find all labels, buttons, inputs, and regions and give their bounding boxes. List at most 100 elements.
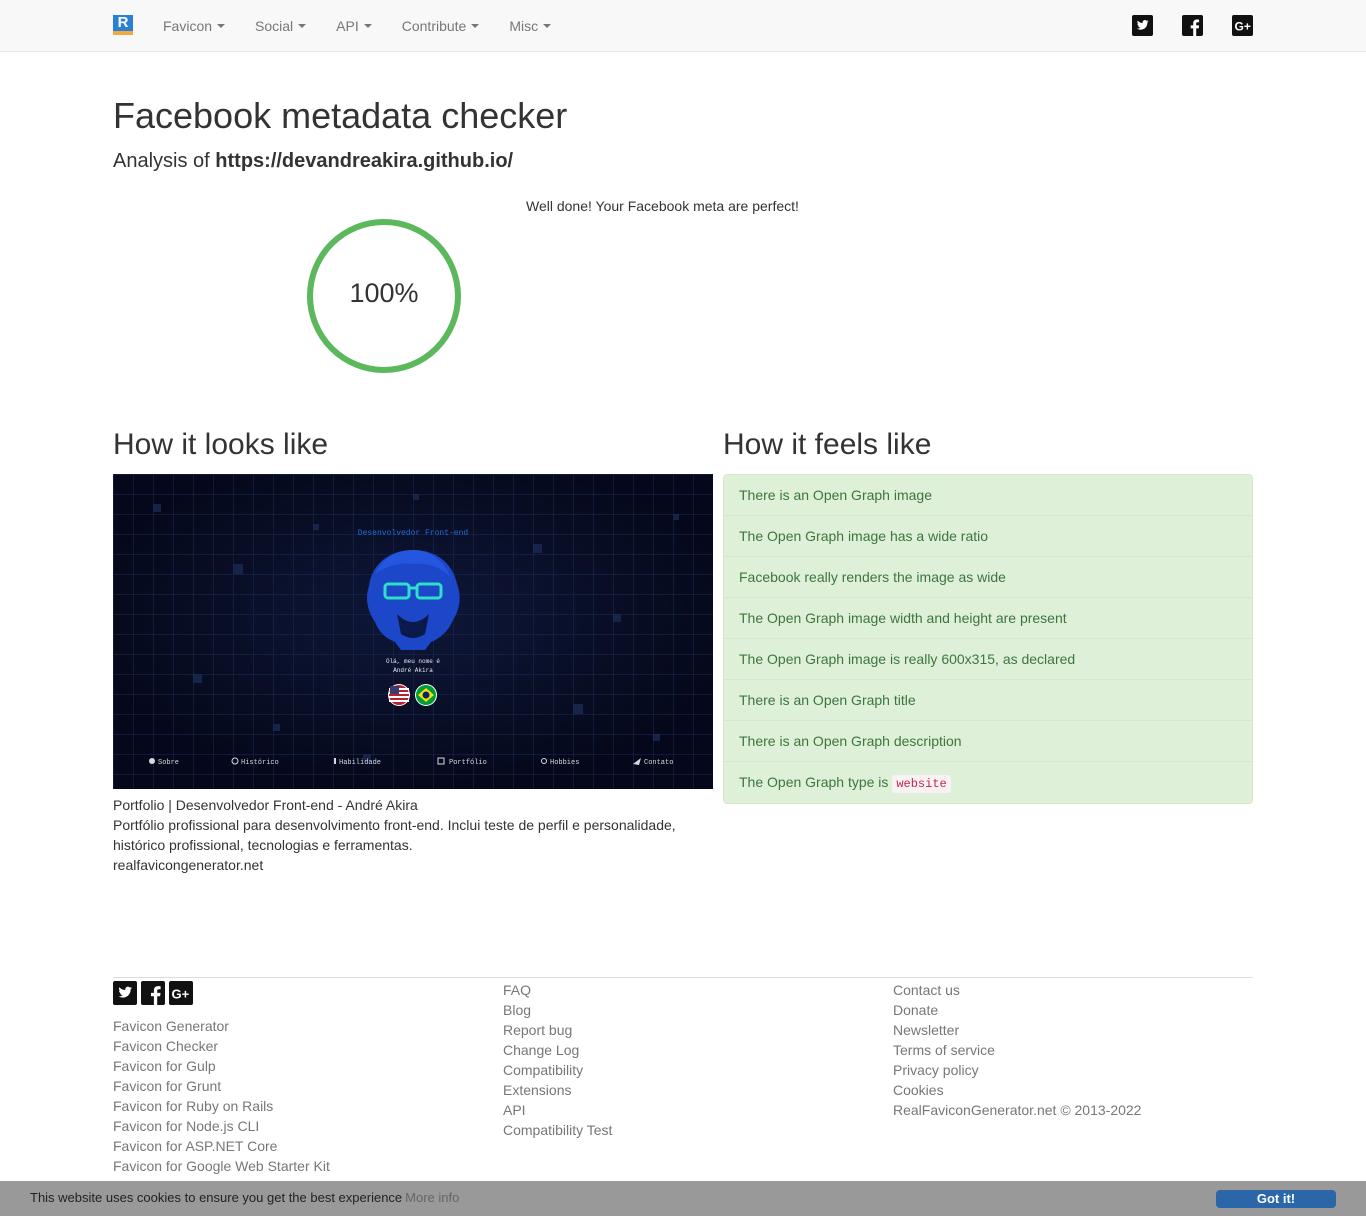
- twitter-icon[interactable]: [113, 981, 137, 1005]
- cookie-more-info-link[interactable]: More info: [405, 1190, 459, 1205]
- twitter-icon[interactable]: [1132, 15, 1153, 36]
- caret-down-icon: [543, 24, 552, 28]
- footer-link[interactable]: Favicon Generator: [113, 1016, 330, 1036]
- og-image-greeting-line1: Olá, meu nome é: [386, 658, 440, 665]
- footer-link[interactable]: Compatibility Test: [503, 1120, 612, 1140]
- page-title: Facebook metadata checker: [113, 95, 568, 136]
- caret-down-icon: [471, 24, 480, 28]
- analysis-prefix: Analysis of: [113, 150, 210, 172]
- footer-link[interactable]: Donate: [893, 1000, 1141, 1020]
- nav-item-api[interactable]: API: [321, 0, 387, 52]
- og-image-nav-historico: Histórico: [241, 759, 279, 767]
- footer-link[interactable]: Contact us: [893, 980, 1141, 1000]
- og-image-nav-sobre: Sobre: [158, 759, 179, 767]
- footer-link[interactable]: Favicon for Gulp: [113, 1056, 330, 1076]
- footer-link[interactable]: Favicon Checker: [113, 1036, 330, 1056]
- google-plus-icon[interactable]: G+: [169, 981, 193, 1005]
- footer-link[interactable]: Favicon for Grunt: [113, 1076, 330, 1096]
- check-item: There is an Open Graph title: [724, 680, 1252, 721]
- og-title: Portfolio | Desenvolvedor Front-end - An…: [113, 797, 418, 813]
- footer-link[interactable]: Terms of service: [893, 1040, 1141, 1060]
- footer-link[interactable]: Report bug: [503, 1020, 612, 1040]
- og-image-nav-hobbies: Hobbies: [550, 759, 579, 767]
- footer-link[interactable]: Privacy policy: [893, 1060, 1141, 1080]
- check-text: The Open Graph type is: [739, 774, 889, 790]
- og-image-subtitle: Desenvolvedor Front-end: [358, 529, 469, 538]
- score-percent: 100%: [349, 278, 419, 308]
- og-image-artwork: Desenvolvedor Front-end Olá, meu nome é …: [113, 474, 713, 789]
- brand-letter: R: [113, 15, 133, 31]
- caret-down-icon: [363, 24, 372, 28]
- footer-link[interactable]: Extensions: [503, 1080, 612, 1100]
- footer-link[interactable]: Blog: [503, 1000, 612, 1020]
- footer-link[interactable]: API: [503, 1100, 612, 1120]
- checks-list: There is an Open Graph image The Open Gr…: [723, 474, 1253, 804]
- preview-heading: How it looks like: [113, 428, 329, 461]
- nav-item-contribute[interactable]: Contribute: [387, 0, 495, 52]
- nav-item-label: Social: [255, 18, 294, 34]
- og-description: Portfólio profissional para desenvolvime…: [113, 817, 676, 853]
- check-item: The Open Graph image is really 600x315, …: [724, 639, 1252, 680]
- nav-item-label: API: [336, 18, 359, 34]
- footer-link[interactable]: Favicon for Google Web Starter Kit: [113, 1156, 330, 1176]
- og-preview-image: Desenvolvedor Front-end Olá, meu nome é …: [113, 474, 713, 789]
- footer-link[interactable]: Favicon for ASP.NET Core: [113, 1136, 330, 1156]
- nav-item-label: Misc: [509, 18, 539, 34]
- check-text: Facebook really renders the image as wid…: [739, 569, 1006, 585]
- og-image-greeting-line2: André Akira: [393, 667, 433, 674]
- checks-heading: How it feels like: [723, 428, 932, 461]
- og-preview-text: Portfolio | Desenvolvedor Front-end - An…: [113, 795, 713, 875]
- check-item: The Open Graph image width and height ar…: [724, 598, 1252, 639]
- svg-text:G+: G+: [1235, 20, 1251, 34]
- check-item: There is an Open Graph description: [724, 721, 1252, 762]
- facebook-icon[interactable]: [1182, 15, 1203, 36]
- nav-menu: Favicon Social API Contribute Misc: [148, 0, 566, 52]
- brand-underline: [113, 31, 133, 35]
- nav-item-label: Favicon: [163, 18, 213, 34]
- footer-divider: [113, 977, 1253, 978]
- footer-link[interactable]: Compatibility: [503, 1060, 612, 1080]
- nav-item-social[interactable]: Social: [240, 0, 321, 52]
- nav-item-misc[interactable]: Misc: [494, 0, 566, 52]
- og-site: realfavicongenerator.net: [113, 857, 264, 873]
- footer-link[interactable]: FAQ: [503, 980, 612, 1000]
- analysis-line: Analysis of https://devandreakira.github…: [113, 150, 513, 173]
- cookie-accept-button[interactable]: Got it!: [1216, 1190, 1336, 1208]
- cookie-text: This website uses cookies to ensure you …: [30, 1190, 403, 1205]
- analyzed-url: https://devandreakira.github.io/: [215, 150, 514, 172]
- og-image-nav-contato: Contato: [644, 759, 673, 767]
- navbar: R Favicon Social API Contribute Misc G+: [0, 0, 1366, 52]
- cookie-message: This website uses cookies to ensure you …: [30, 1190, 459, 1205]
- check-text: The Open Graph image has a wide ratio: [739, 528, 989, 544]
- footer-link[interactable]: Cookies: [893, 1080, 1141, 1100]
- check-text: The Open Graph image is really 600x315, …: [739, 651, 1076, 667]
- footer-link[interactable]: Favicon for Ruby on Rails: [113, 1096, 330, 1116]
- caret-down-icon: [298, 24, 307, 28]
- verdict-message: Well done! Your Facebook meta are perfec…: [526, 198, 799, 214]
- footer-column-resources: FAQ Blog Report bug Change Log Compatibi…: [503, 980, 612, 1140]
- nav-item-favicon[interactable]: Favicon: [148, 0, 240, 52]
- footer-link[interactable]: Favicon for Node.js CLI: [113, 1116, 330, 1136]
- google-plus-icon[interactable]: G+: [1232, 15, 1253, 36]
- check-text: There is an Open Graph title: [739, 692, 916, 708]
- check-item: There is an Open Graph image: [724, 475, 1252, 516]
- footer-link[interactable]: Newsletter: [893, 1020, 1141, 1040]
- check-item: The Open Graph image has a wide ratio: [724, 516, 1252, 557]
- check-text: The Open Graph image width and height ar…: [739, 610, 1067, 626]
- nav-item-label: Contribute: [401, 18, 467, 34]
- check-item: Facebook really renders the image as wid…: [724, 557, 1252, 598]
- brand-logo[interactable]: R: [113, 15, 133, 35]
- check-text: There is an Open Graph description: [739, 733, 962, 749]
- og-type-code: website: [892, 775, 951, 793]
- og-image-nav-habilidade: Habilidade: [339, 759, 381, 767]
- cookie-banner: This website uses cookies to ensure you …: [0, 1181, 1366, 1216]
- facebook-icon[interactable]: [141, 981, 165, 1005]
- svg-text:G+: G+: [172, 987, 190, 1002]
- check-text: There is an Open Graph image: [739, 487, 932, 503]
- check-item: The Open Graph type is website: [724, 762, 1252, 803]
- copyright: RealFaviconGenerator.net © 2013-2022: [893, 1102, 1142, 1118]
- og-image-nav-portfolio: Portfólio: [449, 759, 487, 767]
- footer-link[interactable]: Change Log: [503, 1040, 612, 1060]
- caret-down-icon: [217, 24, 226, 28]
- footer-column-company: Contact us Donate Newsletter Terms of se…: [893, 980, 1141, 1120]
